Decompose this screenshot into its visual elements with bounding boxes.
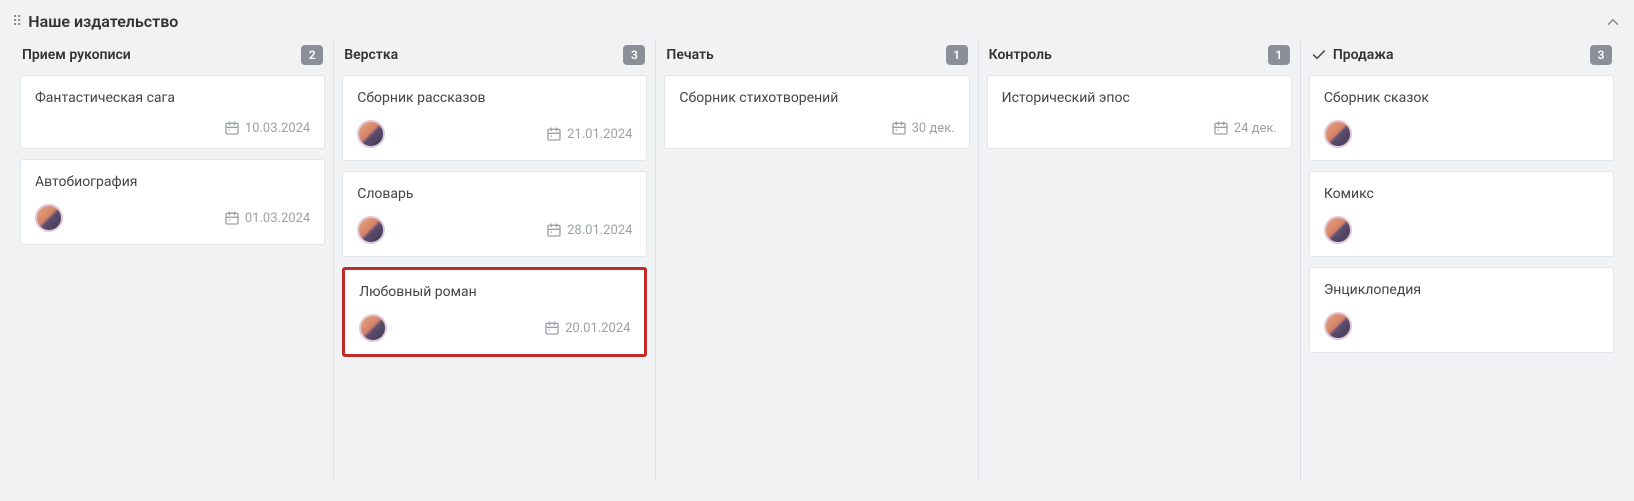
board-header: ⠿ Наше издательство [12, 8, 1622, 41]
card-date-text: 20.01.2024 [565, 321, 630, 336]
card[interactable]: Комикс [1309, 171, 1614, 257]
avatar[interactable] [1324, 312, 1352, 340]
card[interactable]: Автобиография 01.03.2024 [20, 159, 325, 245]
card-title: Фантастическая сага [35, 90, 310, 106]
column-title-wrap: Печать [666, 47, 713, 63]
column-count-badge: 1 [946, 45, 968, 65]
card-date: 01.03.2024 [224, 210, 310, 226]
column: Контроль 1 Исторический эпос 24 дек. [979, 41, 1301, 481]
card-date-text: 01.03.2024 [245, 211, 310, 226]
column-title: Верстка [344, 47, 398, 63]
card-title: Любовный роман [359, 284, 630, 300]
card-footer: 28.01.2024 [357, 216, 632, 244]
avatar[interactable] [1324, 120, 1352, 148]
kanban-board: ⠿ Наше издательство Прием рукописи 2 Фанта… [0, 0, 1634, 489]
column-header: Верстка 3 [342, 41, 647, 75]
column-count-badge: 3 [1590, 45, 1612, 65]
card[interactable]: Сборник рассказов 21.01.2024 [342, 75, 647, 161]
column: Верстка 3 Сборник рассказов 21.01.2024 Слова… [334, 41, 656, 481]
column-count-badge: 1 [1268, 45, 1290, 65]
card-footer: 01.03.2024 [35, 204, 310, 232]
calendar-icon [224, 120, 240, 136]
check-icon [1311, 47, 1327, 63]
avatar[interactable] [1324, 216, 1352, 244]
card-footer [1324, 216, 1599, 244]
avatar[interactable] [357, 120, 385, 148]
card[interactable]: Сборник стихотворений 30 дек. [664, 75, 969, 149]
card-date: 10.03.2024 [224, 120, 310, 136]
card[interactable]: Фантастическая сага 10.03.2024 [20, 75, 325, 149]
card-footer: 24 дек. [1002, 120, 1277, 136]
column: Прием рукописи 2 Фантастическая сага 10.03.… [12, 41, 334, 481]
board-title-wrap: ⠿ Наше издательство [12, 12, 178, 31]
card-date: 21.01.2024 [546, 126, 632, 142]
columns-container: Прием рукописи 2 Фантастическая сага 10.03.… [12, 41, 1622, 481]
card[interactable]: Любовный роман 20.01.2024 [342, 267, 647, 357]
column-title: Прием рукописи [22, 47, 131, 63]
column-title-wrap: Продажа [1311, 47, 1394, 63]
calendar-icon [546, 126, 562, 142]
card-date-text: 28.01.2024 [567, 223, 632, 238]
column-header: Печать 1 [664, 41, 969, 75]
calendar-icon [544, 320, 560, 336]
card-footer: 30 дек. [679, 120, 954, 136]
avatar[interactable] [357, 216, 385, 244]
card[interactable]: Сборник сказок [1309, 75, 1614, 161]
column-title-wrap: Прием рукописи [22, 47, 131, 63]
drag-handle-icon[interactable]: ⠿ [12, 14, 22, 30]
calendar-icon [224, 210, 240, 226]
column-header: Контроль 1 [987, 41, 1292, 75]
card-footer [1324, 312, 1599, 340]
board-title: Наше издательство [28, 12, 178, 31]
card-title: Исторический эпос [1002, 90, 1277, 106]
column-count-badge: 3 [623, 45, 645, 65]
card[interactable]: Энциклопедия [1309, 267, 1614, 353]
card-date: 28.01.2024 [546, 222, 632, 238]
card-title: Энциклопедия [1324, 282, 1599, 298]
card-title: Сборник рассказов [357, 90, 632, 106]
calendar-icon [1213, 120, 1229, 136]
calendar-icon [891, 120, 907, 136]
card-title: Словарь [357, 186, 632, 202]
column-title-wrap: Верстка [344, 47, 398, 63]
avatar[interactable] [35, 204, 63, 232]
card-date-text: 10.03.2024 [245, 121, 310, 136]
card[interactable]: Исторический эпос 24 дек. [987, 75, 1292, 149]
column-title: Печать [666, 47, 713, 63]
column-title: Продажа [1333, 47, 1394, 63]
card-footer: 21.01.2024 [357, 120, 632, 148]
column-header: Прием рукописи 2 [20, 41, 325, 75]
chevron-up-icon[interactable] [1604, 13, 1622, 31]
card-title: Комикс [1324, 186, 1599, 202]
card-date-text: 21.01.2024 [567, 127, 632, 142]
card-date: 30 дек. [891, 120, 955, 136]
card-date-text: 30 дек. [912, 121, 955, 136]
column: Печать 1 Сборник стихотворений 30 дек. [656, 41, 978, 481]
card-footer: 20.01.2024 [359, 314, 630, 342]
card-date-text: 24 дек. [1234, 121, 1277, 136]
column-count-badge: 2 [301, 45, 323, 65]
card-footer [1324, 120, 1599, 148]
card-footer: 10.03.2024 [35, 120, 310, 136]
card-title: Сборник сказок [1324, 90, 1599, 106]
card-date: 24 дек. [1213, 120, 1277, 136]
card-date: 20.01.2024 [544, 320, 630, 336]
card-title: Автобиография [35, 174, 310, 190]
column-title: Контроль [989, 47, 1052, 63]
column-title-wrap: Контроль [989, 47, 1052, 63]
avatar[interactable] [359, 314, 387, 342]
calendar-icon [546, 222, 562, 238]
column-header: Продажа 3 [1309, 41, 1614, 75]
column: Продажа 3 Сборник сказок Комикс Энциклопедия [1301, 41, 1622, 481]
card-title: Сборник стихотворений [679, 90, 954, 106]
card[interactable]: Словарь 28.01.2024 [342, 171, 647, 257]
